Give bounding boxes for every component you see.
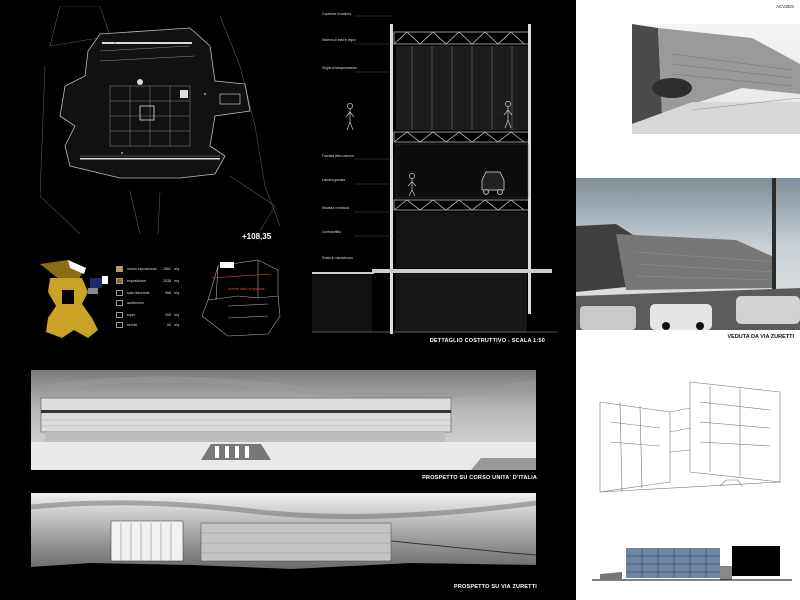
elevation2-caption: PROSPETTO SU VIA ZURETTI	[453, 584, 537, 590]
legend-row: sala ristorante 986 mq	[116, 290, 179, 296]
right-panel: ACVZES VEDUTA DA VIA ZURETTI	[576, 0, 800, 600]
render-view	[632, 24, 800, 134]
section-note: Lamiera grecata	[322, 178, 346, 182]
section-note: Sistema di travi in legno	[322, 38, 356, 42]
legend-name: nuova esposizione	[127, 266, 157, 271]
section-note: Struttura in traliccio	[322, 206, 350, 210]
legend-unit: mq	[174, 312, 179, 317]
legend-row: servizi 50 mq	[116, 322, 179, 328]
elevation1-caption: PROSPETTO SU CORSO UNITA' D'ITALIA	[422, 475, 537, 481]
legend-name: servizi	[127, 322, 138, 327]
key-label: schema della ricognizione	[228, 287, 265, 291]
perspective-sketch	[599, 381, 781, 493]
elevation-via-zuretti	[31, 493, 536, 579]
section-note: Facciata vetro-camera	[322, 154, 354, 158]
elevation-corso-unita-italia	[31, 370, 536, 470]
legend-value: 986	[165, 290, 171, 295]
legend-unit: mq	[174, 266, 179, 271]
legend-value: 1581	[163, 266, 171, 271]
legend-value: 2038	[163, 278, 171, 283]
legend-name: foyer	[127, 312, 135, 317]
legend-value: 200	[165, 312, 171, 317]
legend-unit: mq	[174, 322, 179, 327]
legend-name: sala ristorante	[127, 290, 150, 295]
construction-detail	[312, 15, 557, 334]
massing-section	[201, 259, 281, 337]
legend-swatch	[116, 312, 123, 318]
section-note: Solaio in calcestruzzo	[322, 256, 353, 260]
legend-swatch	[116, 266, 123, 272]
key-plan	[40, 260, 108, 338]
street-photo	[576, 178, 800, 330]
facade-elevation	[592, 546, 792, 581]
legend-swatch	[116, 290, 123, 296]
legend-row: auditorium	[116, 300, 174, 306]
legend-unit: mq	[174, 290, 179, 295]
legend-swatch	[116, 322, 123, 328]
section-note: Controsoffitto	[322, 230, 341, 234]
legend-row: foyer 200 mq	[116, 312, 179, 318]
legend-value: 50	[167, 322, 171, 327]
detail-caption: DETTAGLIO COSTRUTTIVO - SCALA 1:50	[429, 338, 545, 344]
view-caption: VEDUTA DA VIA ZURETTI	[727, 334, 794, 340]
sheet-code: ACVZES	[775, 4, 794, 9]
elevation-mark: +108,35	[242, 232, 272, 241]
legend-unit: mq	[174, 278, 179, 283]
legend-row: nuova esposizione 1581 mq	[116, 266, 179, 272]
legend-swatch	[116, 300, 123, 306]
legend-name: auditorium	[127, 300, 144, 305]
section-note: Griglia di tamponamento	[322, 66, 357, 70]
legend-swatch	[116, 278, 123, 284]
section-note: Copertura in lamiera	[322, 12, 351, 16]
legend-name: esposizione	[127, 278, 146, 283]
floor-plan	[40, 6, 280, 234]
legend-row: esposizione 2038 mq	[116, 278, 179, 284]
